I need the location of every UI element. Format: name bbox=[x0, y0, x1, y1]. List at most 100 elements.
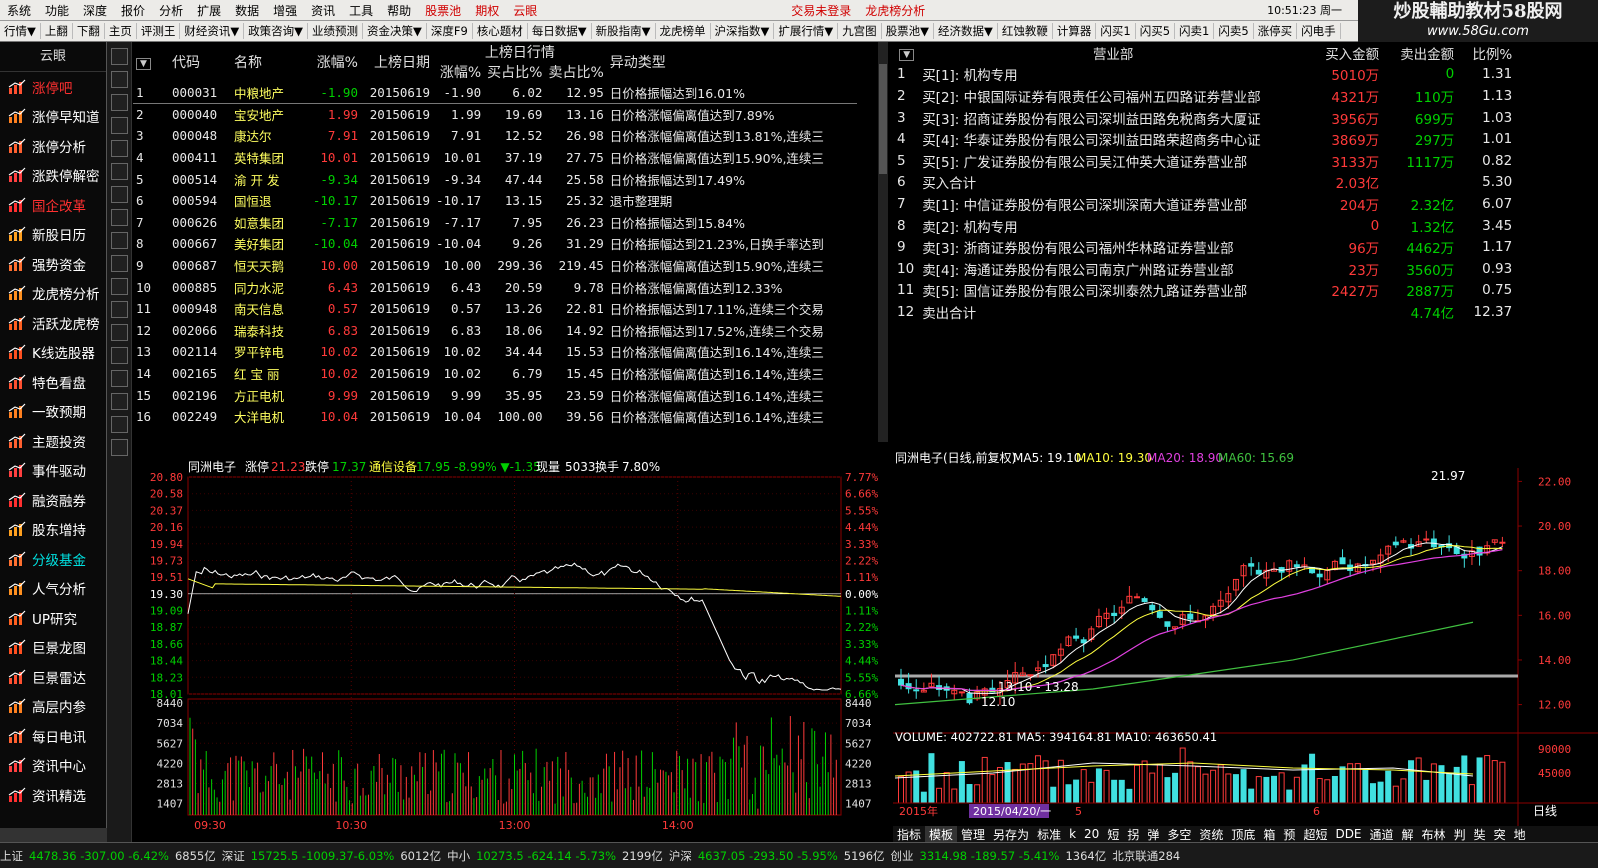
indicator-tab[interactable]: 资统 bbox=[1195, 826, 1227, 842]
line-chart-icon[interactable] bbox=[111, 163, 128, 180]
back-icon[interactable] bbox=[111, 48, 128, 65]
menu-item[interactable]: 扩展 bbox=[190, 2, 228, 19]
indicator-tab[interactable]: 标准 bbox=[1033, 826, 1065, 842]
sidebar-item[interactable]: 强势资金 bbox=[0, 249, 106, 279]
toolbar-button[interactable]: 闪卖1 bbox=[1175, 23, 1215, 39]
column-header[interactable]: 异动类型 bbox=[607, 42, 857, 82]
menu-item-highlight[interactable]: 期权 bbox=[468, 2, 506, 19]
sidebar-item[interactable]: 涨停吧 bbox=[0, 72, 106, 102]
sidebar-item[interactable]: 人气分析 bbox=[0, 574, 106, 604]
sidebar-item[interactable]: 事件驱动 bbox=[0, 456, 106, 486]
sidebar-item[interactable]: 特色看盘 bbox=[0, 367, 106, 397]
doc-icon[interactable] bbox=[111, 209, 128, 226]
indicator-tab[interactable]: 布林 bbox=[1418, 826, 1450, 842]
broker-row[interactable]: 2 买[2]: 中银国际证券有限责任公司福州五四路证券营业部 4321万 110万 1.… bbox=[893, 85, 1516, 107]
toolbar-button[interactable]: 闪买1 bbox=[1096, 23, 1136, 39]
table-row[interactable]: 9 000687 恒天天鹅 10.00 20150619 10.00 299.36 219.4… bbox=[133, 255, 857, 277]
indicator-tab[interactable]: 解 bbox=[1398, 826, 1418, 842]
table-row[interactable]: 14 002165 红 宝 丽 10.02 20150619 10.02 6.79 15.45… bbox=[133, 363, 857, 385]
toolbar-button[interactable]: 红蚀教鞭 bbox=[998, 23, 1053, 39]
indicator-tab[interactable]: 多空 bbox=[1163, 826, 1195, 842]
sidebar-item[interactable]: 股东增持 bbox=[0, 515, 106, 545]
sidebar-item[interactable]: 巨景龙图 bbox=[0, 633, 106, 663]
sidebar-item[interactable]: 活跃龙虎榜 bbox=[0, 308, 106, 338]
menu-item[interactable]: 深度 bbox=[76, 2, 114, 19]
broker-row[interactable]: 6 买入合计 2.03亿 5.30 bbox=[893, 172, 1516, 194]
menu-item[interactable]: 分析 bbox=[152, 2, 190, 19]
sidebar-item[interactable]: 龙虎榜分析 bbox=[0, 279, 106, 309]
broker-row[interactable]: 10 卖[4]: 海通证券股份有限公司南京广州路证券营业部 23万 3560万 0.93 bbox=[893, 258, 1516, 280]
table-row[interactable]: 4 000411 英特集团 10.01 20150619 10.01 37.19 27.75 日… bbox=[133, 147, 857, 169]
toolbar-button[interactable]: 评测王 bbox=[137, 23, 181, 39]
sidebar-item[interactable]: 资讯精选 bbox=[0, 780, 106, 810]
indicator-tab[interactable]: 顶底 bbox=[1227, 826, 1259, 842]
column-header[interactable]: 卖占比% bbox=[545, 62, 606, 82]
period-label[interactable]: 日线 bbox=[1533, 804, 1557, 818]
indicator-tab[interactable]: 短 bbox=[1103, 826, 1123, 842]
toolbar-button[interactable]: 新股指南▼ bbox=[592, 23, 656, 39]
edit-icon[interactable] bbox=[111, 439, 128, 456]
sidebar-item[interactable]: 新股日历 bbox=[0, 220, 106, 250]
toolbar-button[interactable]: 扩展行情▼ bbox=[774, 23, 839, 39]
indicator-tab[interactable]: 突 bbox=[1490, 826, 1510, 842]
sidebar-item[interactable]: 涨停分析 bbox=[0, 131, 106, 161]
column-header[interactable]: 比例% bbox=[1458, 42, 1516, 64]
table-icon[interactable] bbox=[111, 278, 128, 295]
indicator-tab[interactable]: 指标 bbox=[893, 826, 925, 842]
indicator-tab[interactable]: 通道 bbox=[1366, 826, 1398, 842]
search-icon[interactable] bbox=[111, 324, 128, 341]
sidebar-item[interactable]: 分级基金 bbox=[0, 544, 106, 574]
menu-item[interactable]: 数据 bbox=[228, 2, 266, 19]
table-row[interactable]: 16 002249 大洋电机 10.04 20150619 10.04 100.00 39.5… bbox=[133, 406, 857, 428]
column-header[interactable]: 买占比% bbox=[484, 62, 545, 82]
exchange-icon[interactable] bbox=[111, 393, 128, 410]
list-icon[interactable] bbox=[111, 140, 128, 157]
toolbar-button[interactable]: 上翻 bbox=[41, 23, 73, 39]
indicator-tab[interactable]: 另存为 bbox=[989, 826, 1033, 842]
sidebar-item[interactable]: 资讯中心 bbox=[0, 751, 106, 781]
broker-row[interactable]: 1 买[1]: 机构专用 5010万 0 1.31 bbox=[893, 64, 1516, 86]
table-row[interactable]: 8 000667 美好集团 -10.04 20150619 -10.04 9.26 31.29… bbox=[133, 233, 857, 255]
broker-row[interactable]: 7 卖[1]: 中信证券股份有限公司深圳深南大道证券营业部 204万 2.32亿 6.0… bbox=[893, 193, 1516, 215]
sidebar-item[interactable]: 国企改革 bbox=[0, 190, 106, 220]
table-row[interactable]: 2 000040 宝安地产 1.99 20150619 1.99 19.69 13.16 日价格… bbox=[133, 104, 857, 126]
indicator-tab[interactable]: 弹 bbox=[1143, 826, 1163, 842]
menu-item[interactable]: 工具 bbox=[342, 2, 380, 19]
broker-row[interactable]: 11 卖[5]: 国信证券股份有限公司深圳泰然九路证券营业部 2427万 2887万 0… bbox=[893, 280, 1516, 302]
bar-chart-icon[interactable] bbox=[111, 186, 128, 203]
grid-icon[interactable] bbox=[111, 117, 128, 134]
toolbar-button[interactable]: 资金决策▼ bbox=[363, 23, 427, 39]
toolbar-button[interactable]: 闪电手 bbox=[1297, 23, 1341, 39]
header-cell[interactable]: ▼ bbox=[133, 42, 169, 82]
indicator-tab[interactable]: DDE bbox=[1331, 827, 1365, 841]
toolbar-button[interactable]: 沪深指数▼ bbox=[711, 23, 775, 39]
indicator-tab[interactable]: 20 bbox=[1080, 827, 1103, 841]
sidebar-item[interactable]: K线选股器 bbox=[0, 338, 106, 368]
indicator-tab[interactable]: 奘 bbox=[1470, 826, 1490, 842]
table-row[interactable]: 6 000594 国恒退 -10.17 20150619 -10.17 13.15 25.32… bbox=[133, 190, 857, 212]
broker-row[interactable]: 8 卖[2]: 机构专用 0 1.32亿 3.45 bbox=[893, 215, 1516, 237]
table-row[interactable]: 11 000948 南天信息 0.57 20150619 0.57 13.26 22.81 日价… bbox=[133, 298, 857, 320]
table-row[interactable]: 7 000626 如意集团 -7.17 20150619 -7.17 7.95 26.23 日价… bbox=[133, 212, 857, 234]
menu-item-highlight[interactable]: 股票池 bbox=[418, 2, 468, 19]
list-scrollbar[interactable] bbox=[878, 42, 888, 442]
indicator-tab[interactable]: 管理 bbox=[957, 826, 989, 842]
column-header[interactable]: 卖出金额 bbox=[1383, 42, 1458, 64]
toolbar-button[interactable]: 财经资讯▼ bbox=[180, 23, 245, 39]
indicator-tab[interactable]: 超短 bbox=[1299, 826, 1331, 842]
table-row[interactable]: 3 000048 康达尔 7.91 20150619 7.91 12.52 26.98 日价格涨… bbox=[133, 125, 857, 147]
toolbar-button[interactable]: 每日数据▼ bbox=[528, 23, 592, 39]
sidebar-scroll[interactable] bbox=[0, 828, 107, 842]
toolbar-button[interactable]: 九宫图 bbox=[838, 23, 882, 39]
menu-item[interactable]: 帮助 bbox=[380, 2, 418, 19]
toolbar-button[interactable]: 核心题材 bbox=[473, 23, 528, 39]
indicator-tab[interactable]: k bbox=[1065, 827, 1080, 841]
menu-item[interactable]: 增强 bbox=[266, 2, 304, 19]
toolbar-button[interactable]: 行情▼ bbox=[0, 23, 41, 39]
header-cell[interactable]: ▼ bbox=[893, 42, 918, 64]
table-row[interactable]: 10 000885 同力水泥 6.43 20150619 6.43 20.59 9.78 日价格… bbox=[133, 276, 857, 298]
toolbar-button[interactable]: 股票池▼ bbox=[882, 23, 935, 39]
column-menu-icon[interactable]: ▼ bbox=[899, 48, 915, 61]
indicator-tab[interactable]: 判 bbox=[1450, 826, 1470, 842]
settings-icon[interactable] bbox=[111, 370, 128, 387]
